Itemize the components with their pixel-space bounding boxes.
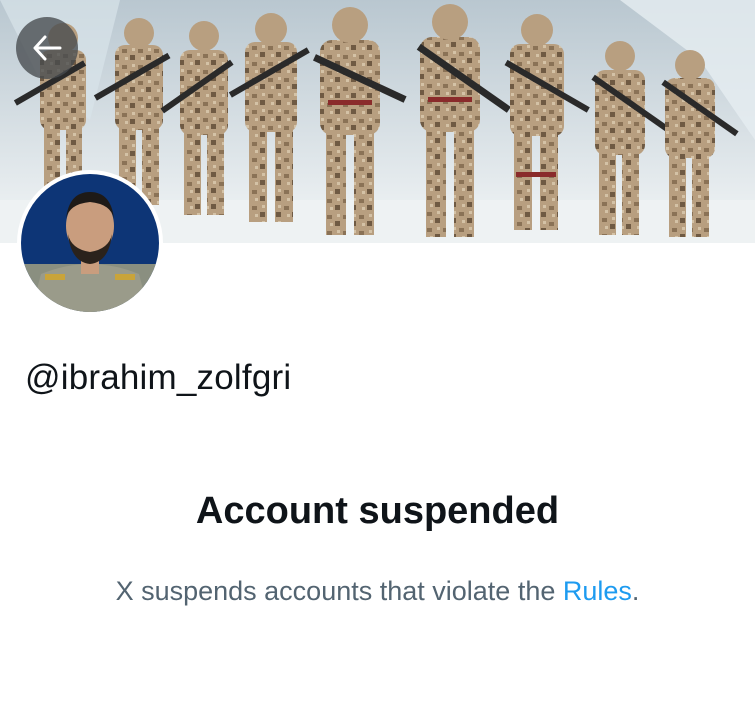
rules-link[interactable]: Rules [563, 576, 632, 606]
suspension-message-text: X suspends accounts that violate the [115, 576, 563, 606]
suspension-message-end: . [631, 576, 640, 606]
avatar-image [21, 174, 159, 312]
back-button[interactable] [16, 17, 78, 79]
profile-handle: @ibrahim_zolfgri [25, 358, 292, 397]
arrow-left-icon [33, 35, 62, 61]
suspension-title: Account suspended [195, 490, 560, 532]
suspension-message: X suspends accounts that violate the Rul… [0, 576, 755, 607]
avatar[interactable] [17, 170, 163, 316]
